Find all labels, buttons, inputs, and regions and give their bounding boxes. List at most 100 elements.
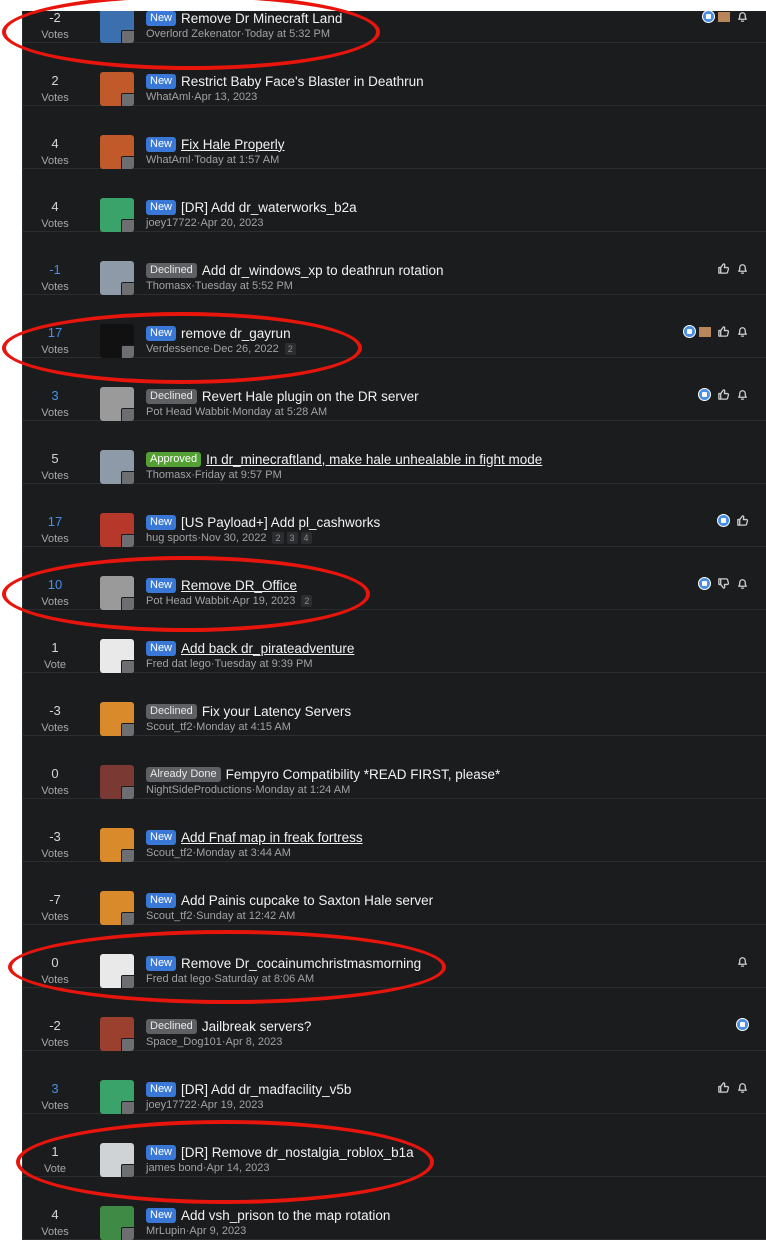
thread-title-link[interactable]: [US Payload+] Add pl_cashworks — [181, 515, 380, 530]
thread-row[interactable]: 4 Votes New Fix Hale Properly WhatAml · Toda… — [23, 106, 766, 169]
author-avatar[interactable] — [100, 1080, 134, 1114]
author-avatar[interactable] — [100, 198, 134, 232]
thread-date[interactable]: Dec 26, 2022 — [213, 343, 278, 355]
participant-avatar[interactable] — [121, 219, 134, 232]
thread-title-link[interactable]: Add Fnaf map in freak fortress — [181, 830, 363, 845]
thread-date[interactable]: Apr 19, 2023 — [232, 595, 295, 607]
thread-date[interactable]: Monday at 4:15 AM — [196, 721, 291, 733]
author-name[interactable]: hug sports — [146, 532, 197, 544]
bell-icon[interactable] — [736, 325, 749, 338]
thread-title-link[interactable]: Jailbreak servers? — [202, 1019, 312, 1034]
participant-avatar[interactable] — [121, 471, 134, 484]
thumbs-up-icon[interactable] — [717, 388, 730, 401]
thumbs-down-icon[interactable] — [717, 577, 730, 590]
participant-avatar[interactable] — [121, 660, 134, 673]
thread-title-link[interactable]: Fix your Latency Servers — [202, 704, 351, 719]
thread-date[interactable]: Tuesday at 9:39 PM — [215, 658, 313, 670]
author-avatar[interactable] — [100, 135, 134, 169]
author-name[interactable]: Fred dat lego — [146, 658, 211, 670]
thread-row[interactable]: 5 Votes Approved In dr_minecraftland, make … — [23, 421, 766, 484]
author-name[interactable]: james bond — [146, 1162, 203, 1174]
thread-title-link[interactable]: Revert Hale plugin on the DR server — [202, 389, 419, 404]
thread-row[interactable]: 1 Vote New [DR] Remove dr_nostalgia_roblox_… — [23, 1114, 766, 1177]
author-name[interactable]: MrLupin — [146, 1225, 186, 1237]
thread-row[interactable]: 0 Votes Already Done Fempyro Compatibility … — [23, 736, 766, 799]
participant-avatar[interactable] — [121, 282, 134, 295]
author-name[interactable]: joey17722 — [146, 1099, 197, 1111]
participant-avatar[interactable] — [121, 156, 134, 169]
page-link[interactable]: 4 — [300, 532, 312, 544]
author-avatar[interactable] — [100, 72, 134, 106]
participant-avatar[interactable] — [121, 345, 134, 358]
bell-icon[interactable] — [736, 388, 749, 401]
author-avatar[interactable] — [100, 1017, 134, 1051]
thread-date[interactable]: Saturday at 8:06 AM — [215, 973, 315, 985]
thread-title-link[interactable]: In dr_minecraftland, make hale unhealabl… — [206, 452, 542, 467]
author-avatar[interactable] — [100, 9, 134, 43]
participant-avatar[interactable] — [121, 975, 134, 988]
author-name[interactable]: Overlord Zekenator — [146, 28, 241, 40]
thread-title-link[interactable]: Add dr_windows_xp to deathrun rotation — [202, 263, 444, 278]
thread-date[interactable]: Tuesday at 5:52 PM — [195, 280, 293, 292]
participant-avatar[interactable] — [121, 93, 134, 106]
thread-date[interactable]: Today at 5:32 PM — [244, 28, 330, 40]
thread-date[interactable]: Apr 13, 2023 — [194, 91, 257, 103]
bell-icon[interactable] — [736, 262, 749, 275]
thread-row[interactable]: 17 Votes New [US Payload+] Add pl_cashworks… — [23, 484, 766, 547]
page-link[interactable]: 2 — [284, 343, 296, 355]
thread-date[interactable]: Monday at 1:24 AM — [255, 784, 350, 796]
thread-row[interactable]: 1 Vote New Add back dr_pirateadventure Fred … — [23, 610, 766, 673]
participant-avatar[interactable] — [121, 786, 134, 799]
author-name[interactable]: Space_Dog101 — [146, 1036, 222, 1048]
author-name[interactable]: NightSideProductions — [146, 784, 252, 796]
author-name[interactable]: WhatAml — [146, 154, 191, 166]
thread-row[interactable]: -1 Votes Declined Add dr_windows_xp to deat… — [23, 232, 766, 295]
author-name[interactable]: Pot Head Wabbit — [146, 595, 229, 607]
thread-title-link[interactable]: Fempyro Compatibility *READ FIRST, pleas… — [226, 767, 501, 782]
thread-date[interactable]: Apr 8, 2023 — [226, 1036, 283, 1048]
author-avatar[interactable] — [100, 324, 134, 358]
thread-date[interactable]: Sunday at 12:42 AM — [196, 910, 295, 922]
thread-title-link[interactable]: Add Painis cupcake to Saxton Hale server — [181, 893, 433, 908]
author-name[interactable]: WhatAml — [146, 91, 191, 103]
thread-row[interactable]: 17 Votes New remove dr_gayrun Verdessence · … — [23, 295, 766, 358]
thread-row[interactable]: 3 Votes New [DR] Add dr_madfacility_v5b joey… — [23, 1051, 766, 1114]
thread-date[interactable]: Apr 19, 2023 — [200, 1099, 263, 1111]
thread-title-link[interactable]: Fix Hale Properly — [181, 137, 285, 152]
participant-avatar[interactable] — [121, 30, 134, 43]
thumbs-up-icon[interactable] — [717, 1081, 730, 1094]
thread-row[interactable]: 4 Votes New [DR] Add dr_waterworks_b2a joey1… — [23, 169, 766, 232]
thread-row[interactable]: -3 Votes Declined Fix your Latency Servers S… — [23, 673, 766, 736]
thread-date[interactable]: Apr 9, 2023 — [189, 1225, 246, 1237]
author-avatar[interactable] — [100, 450, 134, 484]
thread-row[interactable]: 4 Votes New Add vsh_prison to the map rotat… — [23, 1177, 766, 1240]
author-avatar[interactable] — [100, 261, 134, 295]
thread-row[interactable]: 3 Votes Declined Revert Hale plugin on the … — [23, 358, 766, 421]
bell-icon[interactable] — [736, 1081, 749, 1094]
thread-date[interactable]: Apr 14, 2023 — [207, 1162, 270, 1174]
thread-row[interactable]: 0 Votes New Remove Dr_cocainumchristmasmorn… — [23, 925, 766, 988]
page-link[interactable]: 2 — [301, 595, 313, 607]
thread-date[interactable]: Apr 20, 2023 — [200, 217, 263, 229]
thread-date[interactable]: Nov 30, 2022 — [201, 532, 266, 544]
thread-title-link[interactable]: Remove DR_Office — [181, 578, 297, 593]
participant-avatar[interactable] — [121, 1164, 134, 1177]
thread-date[interactable]: Monday at 3:44 AM — [196, 847, 291, 859]
author-avatar[interactable] — [100, 1143, 134, 1177]
author-avatar[interactable] — [100, 765, 134, 799]
author-name[interactable]: Thomasx — [146, 469, 191, 481]
thread-title-link[interactable]: Add back dr_pirateadventure — [181, 641, 354, 656]
participant-avatar[interactable] — [121, 1227, 134, 1240]
thumbs-up-icon[interactable] — [717, 325, 730, 338]
thumbs-up-icon[interactable] — [736, 514, 749, 527]
participant-avatar[interactable] — [121, 597, 134, 610]
participant-avatar[interactable] — [121, 723, 134, 736]
author-name[interactable]: Scout_tf2 — [146, 721, 192, 733]
participant-avatar[interactable] — [121, 849, 134, 862]
author-avatar[interactable] — [100, 954, 134, 988]
author-avatar[interactable] — [100, 513, 134, 547]
author-name[interactable]: Pot Head Wabbit — [146, 406, 229, 418]
author-name[interactable]: joey17722 — [146, 217, 197, 229]
participant-avatar[interactable] — [121, 408, 134, 421]
author-name[interactable]: Scout_tf2 — [146, 910, 192, 922]
